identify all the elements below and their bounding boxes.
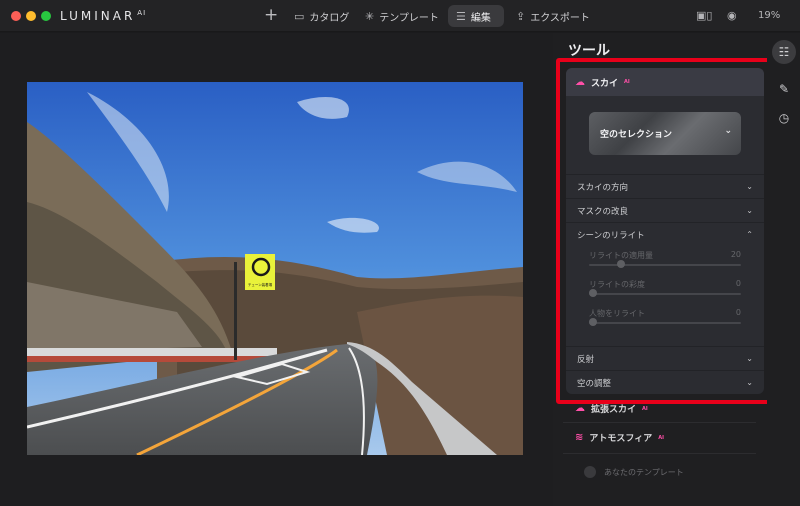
divider [563, 422, 756, 423]
tab-templates[interactable]: ✳ テンプレート [357, 5, 447, 27]
your-templates-button[interactable]: あなたのテンプレート [584, 466, 684, 478]
sliders-icon[interactable]: ☷ [772, 40, 796, 64]
tab-export[interactable]: ⇪ エクスポート [508, 5, 598, 27]
fullscreen-window-button[interactable] [41, 11, 51, 21]
highlight-annotation [556, 58, 772, 404]
photo-image: チェーン装着場 [27, 82, 523, 455]
close-window-button[interactable] [11, 11, 21, 21]
compare-view-icon[interactable]: ▣▯ [696, 9, 712, 22]
tab-edit[interactable]: ☰ 編集 [448, 5, 504, 27]
brush-icon[interactable]: ✎ [772, 77, 796, 101]
add-photos-button[interactable]: + [264, 5, 278, 25]
tool-rail: ☷ ✎ ◷ [767, 33, 800, 506]
zoom-level[interactable]: 19% [758, 10, 780, 21]
sliders-icon: ☰ [456, 9, 466, 23]
tool-atmosphere[interactable]: ≋ アトモスフィア AI [575, 431, 664, 444]
sign-caption: チェーン装着場 [248, 282, 273, 287]
folder-icon: ▭ [294, 9, 305, 23]
sparkle-icon: ✳ [365, 9, 375, 23]
eye-icon[interactable]: ◉ [727, 9, 737, 22]
share-icon: ⇪ [516, 9, 526, 23]
app-logo: LUMINAR AI [60, 9, 147, 23]
minimize-window-button[interactable] [26, 11, 36, 21]
cloud-icon: ☁ [575, 403, 585, 414]
panel-title: ツール [568, 43, 610, 59]
tool-extended-sky[interactable]: ☁ 拡張スカイ AI [575, 402, 648, 415]
divider [563, 453, 756, 454]
edited-photo[interactable]: チェーン装着場 [27, 82, 523, 455]
template-icon [584, 466, 596, 478]
title-bar: LUMINAR AI + ▭ カタログ ✳ テンプレート ☰ 編集 ⇪ エクスポー… [0, 0, 800, 32]
tab-catalog[interactable]: ▭ カタログ [286, 5, 357, 27]
waves-icon: ≋ [575, 432, 584, 443]
history-icon[interactable]: ◷ [772, 106, 796, 130]
